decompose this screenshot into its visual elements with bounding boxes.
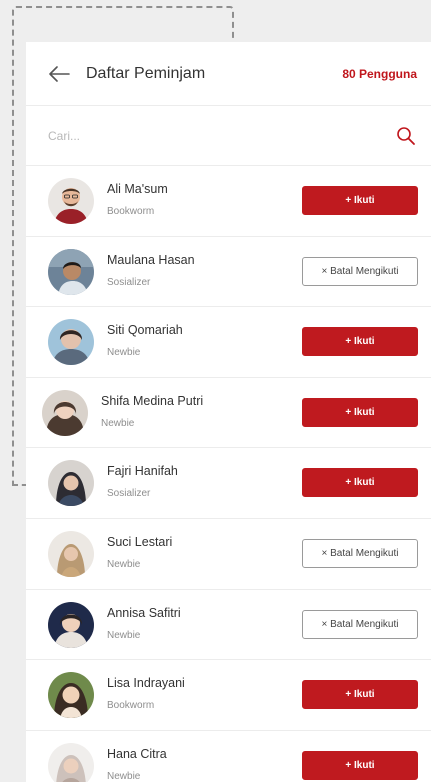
avatar — [48, 460, 94, 507]
follow-button[interactable]: + Ikuti — [302, 680, 418, 710]
follow-button[interactable]: + Ikuti — [302, 327, 418, 357]
user-role: Newbie — [101, 417, 135, 429]
user-count: 80 Pengguna — [342, 66, 417, 81]
list-item: Suci Lestari Newbie × Batal Mengikuti — [26, 519, 431, 590]
user-name: Ali Ma'sum — [107, 182, 168, 196]
user-role: Newbie — [107, 629, 141, 641]
user-role: Newbie — [107, 558, 141, 570]
page-title: Daftar Peminjam — [86, 64, 206, 82]
list-item: Hana Citra Newbie + Ikuti — [26, 731, 431, 782]
user-role: Sosializer — [107, 488, 151, 500]
search-icon[interactable] — [395, 125, 417, 147]
follow-button[interactable]: + Ikuti — [302, 750, 418, 780]
avatar — [48, 248, 94, 295]
user-info: Ali Ma'sum Bookworm — [107, 182, 168, 217]
list-item: Maulana Hasan Sosializer × Batal Mengiku… — [26, 237, 431, 308]
arrow-left-icon[interactable] — [48, 62, 72, 86]
avatar — [48, 601, 94, 648]
follow-button[interactable]: + Ikuti — [302, 397, 418, 427]
user-name: Fajri Hanifah — [107, 464, 178, 479]
avatar — [48, 672, 94, 719]
user-name: Siti Qomariah — [107, 323, 183, 338]
borrower-list-panel: Daftar Peminjam 80 Pengguna Cari... Ali … — [26, 42, 431, 782]
avatar — [48, 530, 94, 577]
user-name: Maulana Hasan — [107, 252, 195, 267]
avatar — [48, 742, 94, 782]
unfollow-button[interactable]: × Batal Mengikuti — [302, 538, 418, 568]
list-item: Lisa Indrayani Bookworm + Ikuti — [26, 660, 431, 731]
list-item: Ali Ma'sum Bookworm + Ikuti — [26, 166, 431, 237]
user-info: Maulana Hasan Sosializer — [107, 253, 195, 288]
list-item: Annisa Safitri Newbie × Batal Mengikuti — [26, 590, 431, 661]
follow-button[interactable]: + Ikuti — [302, 186, 418, 215]
user-name: Lisa Indrayani — [107, 676, 185, 691]
user-role: Bookworm — [107, 700, 155, 712]
user-name: Suci Lestari — [107, 534, 173, 549]
app-header: Daftar Peminjam 80 Pengguna — [26, 42, 431, 106]
user-info: Lisa Indrayani Bookworm — [107, 676, 185, 711]
user-info: Siti Qomariah Newbie — [107, 323, 183, 358]
list-item: Siti Qomariah Newbie + Ikuti — [26, 307, 431, 378]
search-bar — [26, 106, 431, 166]
avatar — [48, 319, 94, 366]
unfollow-button[interactable]: × Batal Mengikuti — [302, 609, 418, 639]
user-role: Newbie — [107, 347, 141, 359]
user-list: Ali Ma'sum Bookworm + Ikuti Maulana Hasa… — [26, 166, 431, 782]
avatar — [48, 178, 94, 224]
user-name: Annisa Safitri — [107, 605, 181, 620]
user-role: Bookworm — [107, 206, 155, 217]
list-item: Shifa Medina Putri Newbie + Ikuti — [26, 378, 431, 449]
user-role: Newbie — [107, 770, 141, 782]
user-name: Shifa Medina Putri — [101, 393, 204, 408]
avatar — [42, 389, 88, 436]
user-name: Hana Citra — [107, 746, 167, 761]
list-item: Fajri Hanifah Sosializer + Ikuti — [26, 448, 431, 519]
user-role: Sosializer — [107, 276, 151, 288]
user-info: Shifa Medina Putri Newbie — [101, 394, 203, 429]
user-info: Hana Citra Newbie — [107, 747, 167, 782]
follow-button[interactable]: + Ikuti — [302, 468, 418, 498]
user-info: Fajri Hanifah Sosializer — [107, 464, 178, 499]
search-input[interactable] — [48, 128, 395, 143]
unfollow-button[interactable]: × Batal Mengikuti — [302, 256, 418, 286]
user-info: Annisa Safitri Newbie — [107, 606, 181, 641]
user-info: Suci Lestari Newbie — [107, 535, 172, 570]
